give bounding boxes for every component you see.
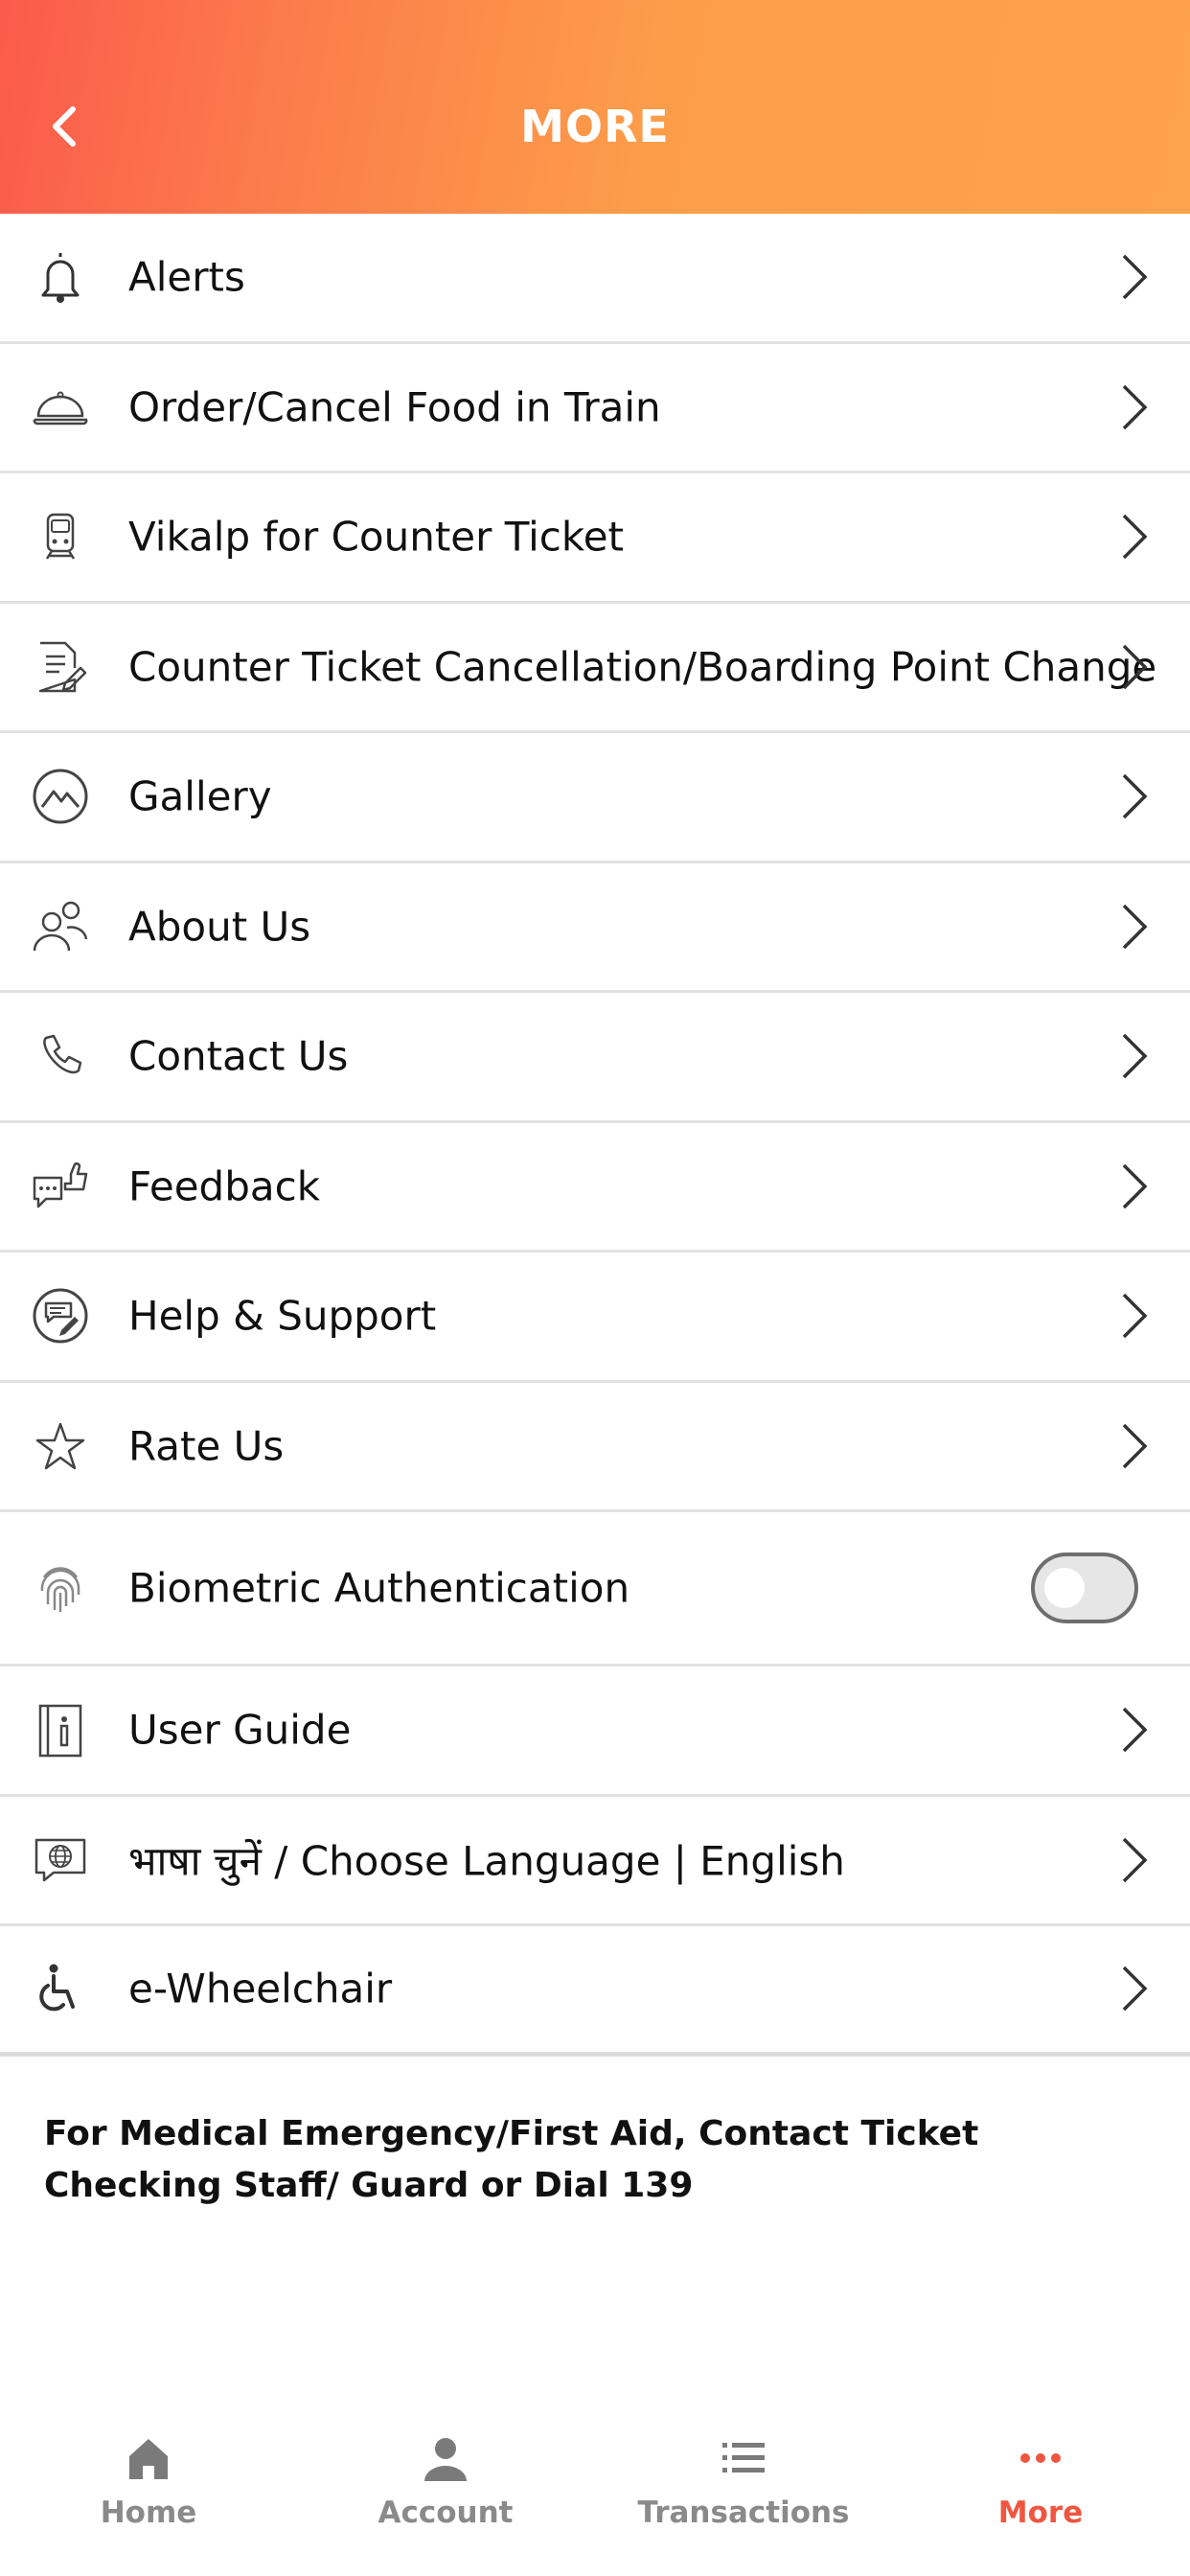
menu-item-label: Rate Us [128,1422,285,1470]
menu-item-label: User Guide [128,1706,352,1754]
menu-item-help-support[interactable]: Help & Support [0,1253,1190,1383]
chevron-right-icon [1122,1837,1148,1882]
phone-icon [43,1035,82,1074]
menu-item-about-us[interactable]: About Us [0,863,1190,993]
menu-item-gallery[interactable]: Gallery [0,733,1190,863]
menu-item-user-guide[interactable]: User Guide [0,1667,1190,1797]
chevron-right-icon [1122,1034,1148,1079]
menu-item-feedback[interactable]: Feedback [0,1123,1190,1253]
tab-more[interactable]: More [892,2405,1189,2576]
document-edit-icon [38,641,87,692]
chevron-right-icon [1122,1294,1148,1339]
menu-item-label: Contact Us [128,1032,349,1080]
menu-item-vikalp[interactable]: Vikalp for Counter Ticket [0,473,1190,604]
more-menu-list: Alerts Order/Cancel Food in Train Vikalp… [0,214,1190,2057]
toggle-knob [1044,1568,1085,1608]
list-icon [722,2443,765,2472]
menu-item-label: भाषा चुनें / Choose Language | English [128,1837,845,1885]
menu-item-label: e-Wheelchair [128,1965,393,2012]
train-icon [45,514,76,560]
tab-home[interactable]: Home [0,2405,297,2576]
bottom-tab-bar: Home Account Transactions More [0,2405,1190,2576]
menu-item-choose-language[interactable]: भाषा चुनें / Choose Language | English [0,1797,1190,1926]
mountain-photo-icon [33,769,88,824]
menu-item-label: About Us [128,903,311,951]
chevron-right-icon [1122,904,1148,949]
chevron-right-icon [1122,644,1148,689]
chevron-right-icon [1122,255,1148,300]
chevron-right-icon [1122,1423,1148,1468]
chevron-right-icon [1122,1163,1148,1208]
wheelchair-icon [39,1964,75,2012]
tab-label: Home [100,2496,197,2530]
medical-emergency-notice: For Medical Emergency/First Aid, Contact… [44,2114,979,2205]
language-globe-icon [34,1838,86,1881]
chevron-right-icon [1122,1966,1148,2012]
menu-item-label: Alerts [128,253,245,301]
bell-icon [41,253,80,304]
chevron-right-icon [1122,515,1148,560]
menu-item-biometric-authentication: Biometric Authentication [0,1512,1190,1667]
chevron-right-icon [1122,384,1148,429]
more-dots-icon [1020,2453,1061,2463]
support-icon [33,1288,88,1344]
tab-label: Account [378,2496,514,2530]
biometric-toggle[interactable] [1031,1552,1138,1623]
menu-item-contact-us[interactable]: Contact Us [0,993,1190,1123]
tab-label: Transactions [637,2496,850,2530]
food-cloche-icon [33,391,88,425]
menu-item-e-wheelchair[interactable]: e-Wheelchair [0,1926,1190,2057]
people-icon [33,901,88,951]
menu-item-label: Feedback [128,1162,321,1210]
page-title: MORE [520,101,670,152]
chevron-right-icon [1122,774,1148,819]
tab-transactions[interactable]: Transactions [595,2405,892,2576]
menu-item-alerts[interactable]: Alerts [0,214,1190,344]
menu-item-label: Biometric Authentication [128,1564,630,1612]
fingerprint-icon [40,1567,80,1612]
star-icon [35,1422,85,1469]
menu-item-label: Counter Ticket Cancellation/Boarding Poi… [128,643,1157,691]
tab-label: More [997,2496,1084,2530]
menu-item-food[interactable]: Order/Cancel Food in Train [0,344,1190,473]
feedback-icon [33,1162,88,1208]
menu-item-label: Order/Cancel Food in Train [128,383,661,431]
guide-info-icon [38,1705,82,1758]
menu-item-label: Help & Support [128,1292,437,1340]
header-bar: MORE [0,0,1190,214]
menu-item-rate-us[interactable]: Rate Us [0,1383,1190,1512]
person-icon [424,2438,467,2481]
menu-item-counter-ticket-cancellation[interactable]: Counter Ticket Cancellation/Boarding Poi… [0,604,1190,733]
menu-item-label: Vikalp for Counter Ticket [128,513,625,561]
home-icon [129,2439,168,2479]
chevron-right-icon [1122,1708,1148,1753]
menu-item-label: Gallery [128,772,272,820]
tab-account[interactable]: Account [297,2405,594,2576]
